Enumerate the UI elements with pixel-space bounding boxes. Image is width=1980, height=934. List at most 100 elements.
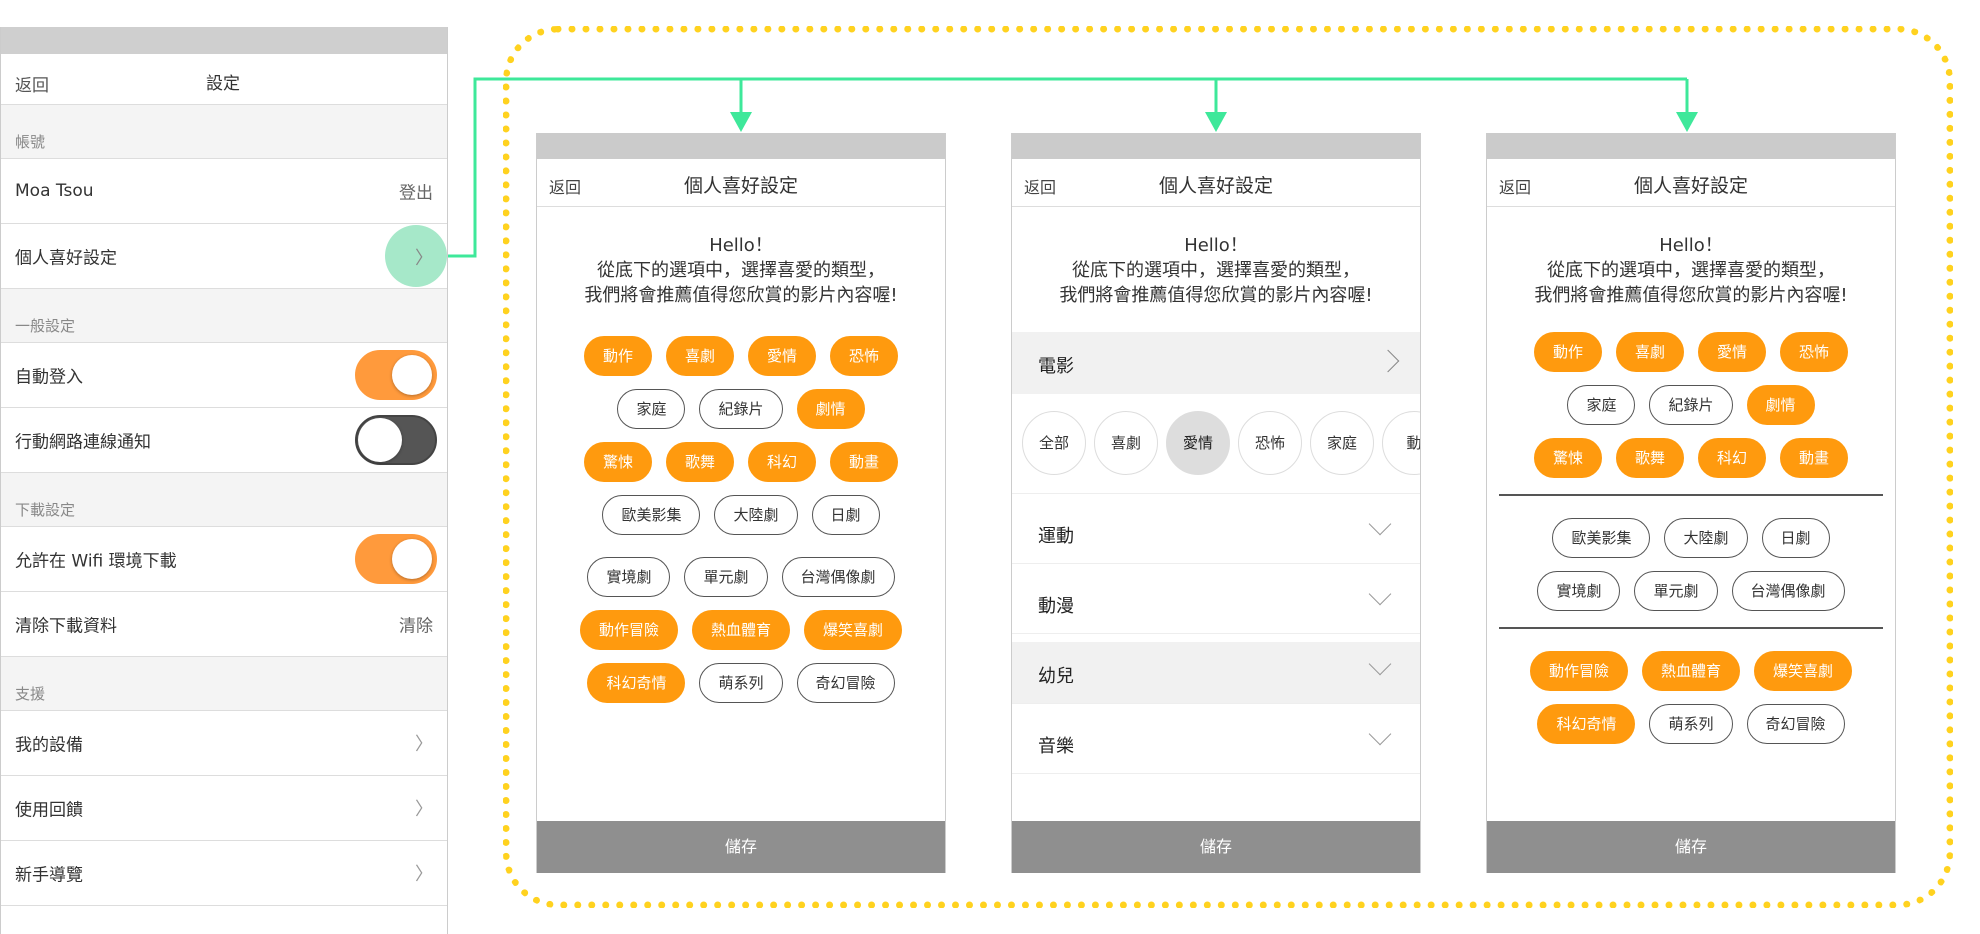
genre-tag[interactable]: 劇情 [1746, 385, 1815, 425]
genre-tag-groups: 動作 喜劇 愛情 恐怖家庭 紀錄片 劇情驚悚 歌舞 科幻 動畫歐美影集 大陸劇 日劇實境劇 單元劇 台灣… [1487, 332, 1895, 744]
genre-tag[interactable]: 紀錄片 [699, 389, 783, 429]
greeting-text: Hello！ 從底下的選項中，選擇喜愛的類型， 我們將會推薦值得您欣賞的影片內容… [1487, 233, 1895, 308]
genre-tag[interactable]: 動作 [1533, 332, 1602, 372]
onboarding-guide-row[interactable]: 新手導覽 〉 [1, 841, 447, 906]
sub-genre-option[interactable]: 家庭 [1310, 411, 1374, 475]
tag-row: 實境劇 單元劇 台灣偶像劇 [537, 557, 945, 597]
genre-tag[interactable]: 紀錄片 [1649, 385, 1733, 425]
genre-tag[interactable]: 大陸劇 [714, 495, 798, 535]
genre-tag[interactable]: 熱血體育 [691, 610, 790, 650]
category-row[interactable]: 動漫 [1012, 572, 1420, 634]
genre-tag[interactable]: 家庭 [1567, 385, 1636, 425]
status-bar [1487, 133, 1895, 159]
genre-tag[interactable]: 爆笑喜劇 [804, 610, 903, 650]
preference-settings-row[interactable]: 個人喜好設定 〉 [1, 224, 447, 289]
save-button[interactable]: 儲存 [1487, 821, 1895, 873]
genre-tag[interactable]: 歐美影集 [1552, 518, 1651, 558]
status-bar [1, 27, 447, 54]
genre-tag[interactable]: 歌舞 [1615, 438, 1684, 478]
genre-tag[interactable]: 實境劇 [587, 557, 671, 597]
tag-row: 家庭 紀錄片 劇情 [537, 389, 945, 429]
genre-tag[interactable]: 科幻 [748, 442, 817, 482]
save-button[interactable]: 儲存 [1012, 821, 1420, 873]
genre-tag[interactable]: 劇情 [796, 389, 865, 429]
category-row-movies[interactable]: 電影 [1012, 332, 1420, 394]
onboarding-guide-label: 新手導覽 [15, 865, 83, 886]
back-button[interactable]: 返回 [15, 71, 49, 96]
genre-tag[interactable]: 日劇 [811, 495, 880, 535]
genre-tag[interactable]: 奇幻冒險 [796, 663, 895, 703]
tag-row: 實境劇 單元劇 台灣偶像劇 [1487, 571, 1895, 611]
genre-tag[interactable]: 單元劇 [684, 557, 768, 597]
sub-genre-option[interactable]: 恐怖 [1238, 411, 1302, 475]
genre-tag[interactable]: 科幻 [1698, 438, 1767, 478]
genre-tag[interactable]: 奇幻冒險 [1746, 704, 1845, 744]
tap-indicator[interactable]: 〉 [385, 225, 447, 287]
genre-tag[interactable]: 愛情 [1698, 332, 1767, 372]
wifi-download-label: 允許在 Wifi 環境下載 [15, 551, 177, 572]
greeting-line: 我們將會推薦值得您欣賞的影片內容喔! [584, 285, 898, 306]
genre-tag[interactable]: 萌系列 [1649, 704, 1733, 744]
chevron-right-icon: 〉 [415, 734, 433, 755]
toggle-knob [358, 418, 402, 462]
tag-row: 驚悚 歌舞 科幻 動畫 [1487, 438, 1895, 478]
mobile-network-notice-toggle[interactable] [355, 415, 437, 465]
genre-tag[interactable]: 驚悚 [583, 442, 652, 482]
genre-tag[interactable]: 台灣偶像劇 [1731, 571, 1845, 611]
sub-genre-option[interactable]: 愛情 [1166, 411, 1230, 475]
genre-tag[interactable]: 恐怖 [1780, 332, 1849, 372]
tag-row: 動作冒險 熱血體育 爆笑喜劇 [537, 610, 945, 650]
clear-button[interactable]: 清除 [399, 612, 433, 637]
status-bar [1012, 133, 1420, 159]
genre-tag[interactable]: 單元劇 [1634, 571, 1718, 611]
genre-tag[interactable]: 熱血體育 [1641, 651, 1740, 691]
tag-row: 科幻奇情 萌系列 奇幻冒險 [537, 663, 945, 703]
my-devices-row[interactable]: 我的設備 〉 [1, 711, 447, 776]
wifi-download-toggle[interactable] [355, 534, 437, 584]
genre-tag[interactable]: 日劇 [1761, 518, 1830, 558]
tag-row: 科幻奇情 萌系列 奇幻冒險 [1487, 704, 1895, 744]
genre-tag[interactable]: 動作冒險 [1529, 651, 1628, 691]
feedback-row[interactable]: 使用回饋 〉 [1, 776, 447, 841]
sub-genre-scroller[interactable]: 全部 喜劇 愛情 恐怖 家庭動 [1012, 394, 1420, 494]
sub-genre-option[interactable]: 動 [1382, 411, 1420, 475]
auto-login-row: 自動登入 [1, 343, 447, 408]
save-button[interactable]: 儲存 [537, 821, 945, 873]
genre-tag[interactable]: 家庭 [617, 389, 686, 429]
genre-tag[interactable]: 科幻奇情 [587, 663, 686, 703]
genre-tag[interactable]: 萌系列 [699, 663, 783, 703]
greeting-text: Hello！ 從底下的選項中，選擇喜愛的類型， 我們將會推薦值得您欣賞的影片內容… [537, 233, 945, 308]
genre-tag[interactable]: 動作冒險 [579, 610, 678, 650]
genre-tag[interactable]: 歐美影集 [602, 495, 701, 535]
genre-tag[interactable]: 實境劇 [1537, 571, 1621, 611]
screen-title: 個人喜好設定 [683, 175, 798, 197]
genre-tag[interactable]: 愛情 [748, 336, 817, 376]
sub-genre-option[interactable]: 喜劇 [1094, 411, 1158, 475]
genre-tag[interactable]: 大陸劇 [1664, 518, 1748, 558]
sub-genre-option[interactable]: 全部 [1022, 411, 1086, 475]
genre-tag[interactable]: 驚悚 [1533, 438, 1602, 478]
genre-tag[interactable]: 動畫 [1780, 438, 1849, 478]
genre-tag[interactable]: 動畫 [830, 442, 899, 482]
chevron-right-icon: 〉 [415, 248, 433, 269]
preference-screen-categories: 返回 個人喜好設定 Hello！ 從底下的選項中，選擇喜愛的類型， 我們將會推薦… [1011, 133, 1421, 873]
category-row[interactable]: 運動 [1012, 502, 1420, 564]
settings-screen: 返回 設定 帳號 Moa Tsou 登出 個人喜好設定 〉 一般設定 自動登入 … [0, 27, 448, 934]
genre-tag[interactable]: 歌舞 [665, 442, 734, 482]
mobile-network-notice-label: 行動網路連線通知 [15, 432, 151, 453]
genre-tag[interactable]: 恐怖 [830, 336, 899, 376]
category-row[interactable]: 音樂 [1012, 712, 1420, 774]
category-label: 電影 [1038, 356, 1074, 377]
my-devices-label: 我的設備 [15, 735, 83, 756]
chevron-down-icon [1368, 582, 1392, 606]
logout-button[interactable]: 登出 [399, 179, 433, 204]
preference-screen-grouped: 返回 個人喜好設定 Hello！ 從底下的選項中，選擇喜愛的類型， 我們將會推薦… [1486, 133, 1896, 873]
genre-tag[interactable]: 台灣偶像劇 [781, 557, 895, 597]
genre-tag[interactable]: 喜劇 [665, 336, 734, 376]
genre-tag[interactable]: 科幻奇情 [1537, 704, 1636, 744]
genre-tag[interactable]: 動作 [583, 336, 652, 376]
auto-login-toggle[interactable] [355, 350, 437, 400]
genre-tag[interactable]: 喜劇 [1615, 332, 1684, 372]
genre-tag[interactable]: 爆笑喜劇 [1754, 651, 1853, 691]
category-row[interactable]: 幼兒 [1012, 642, 1420, 704]
